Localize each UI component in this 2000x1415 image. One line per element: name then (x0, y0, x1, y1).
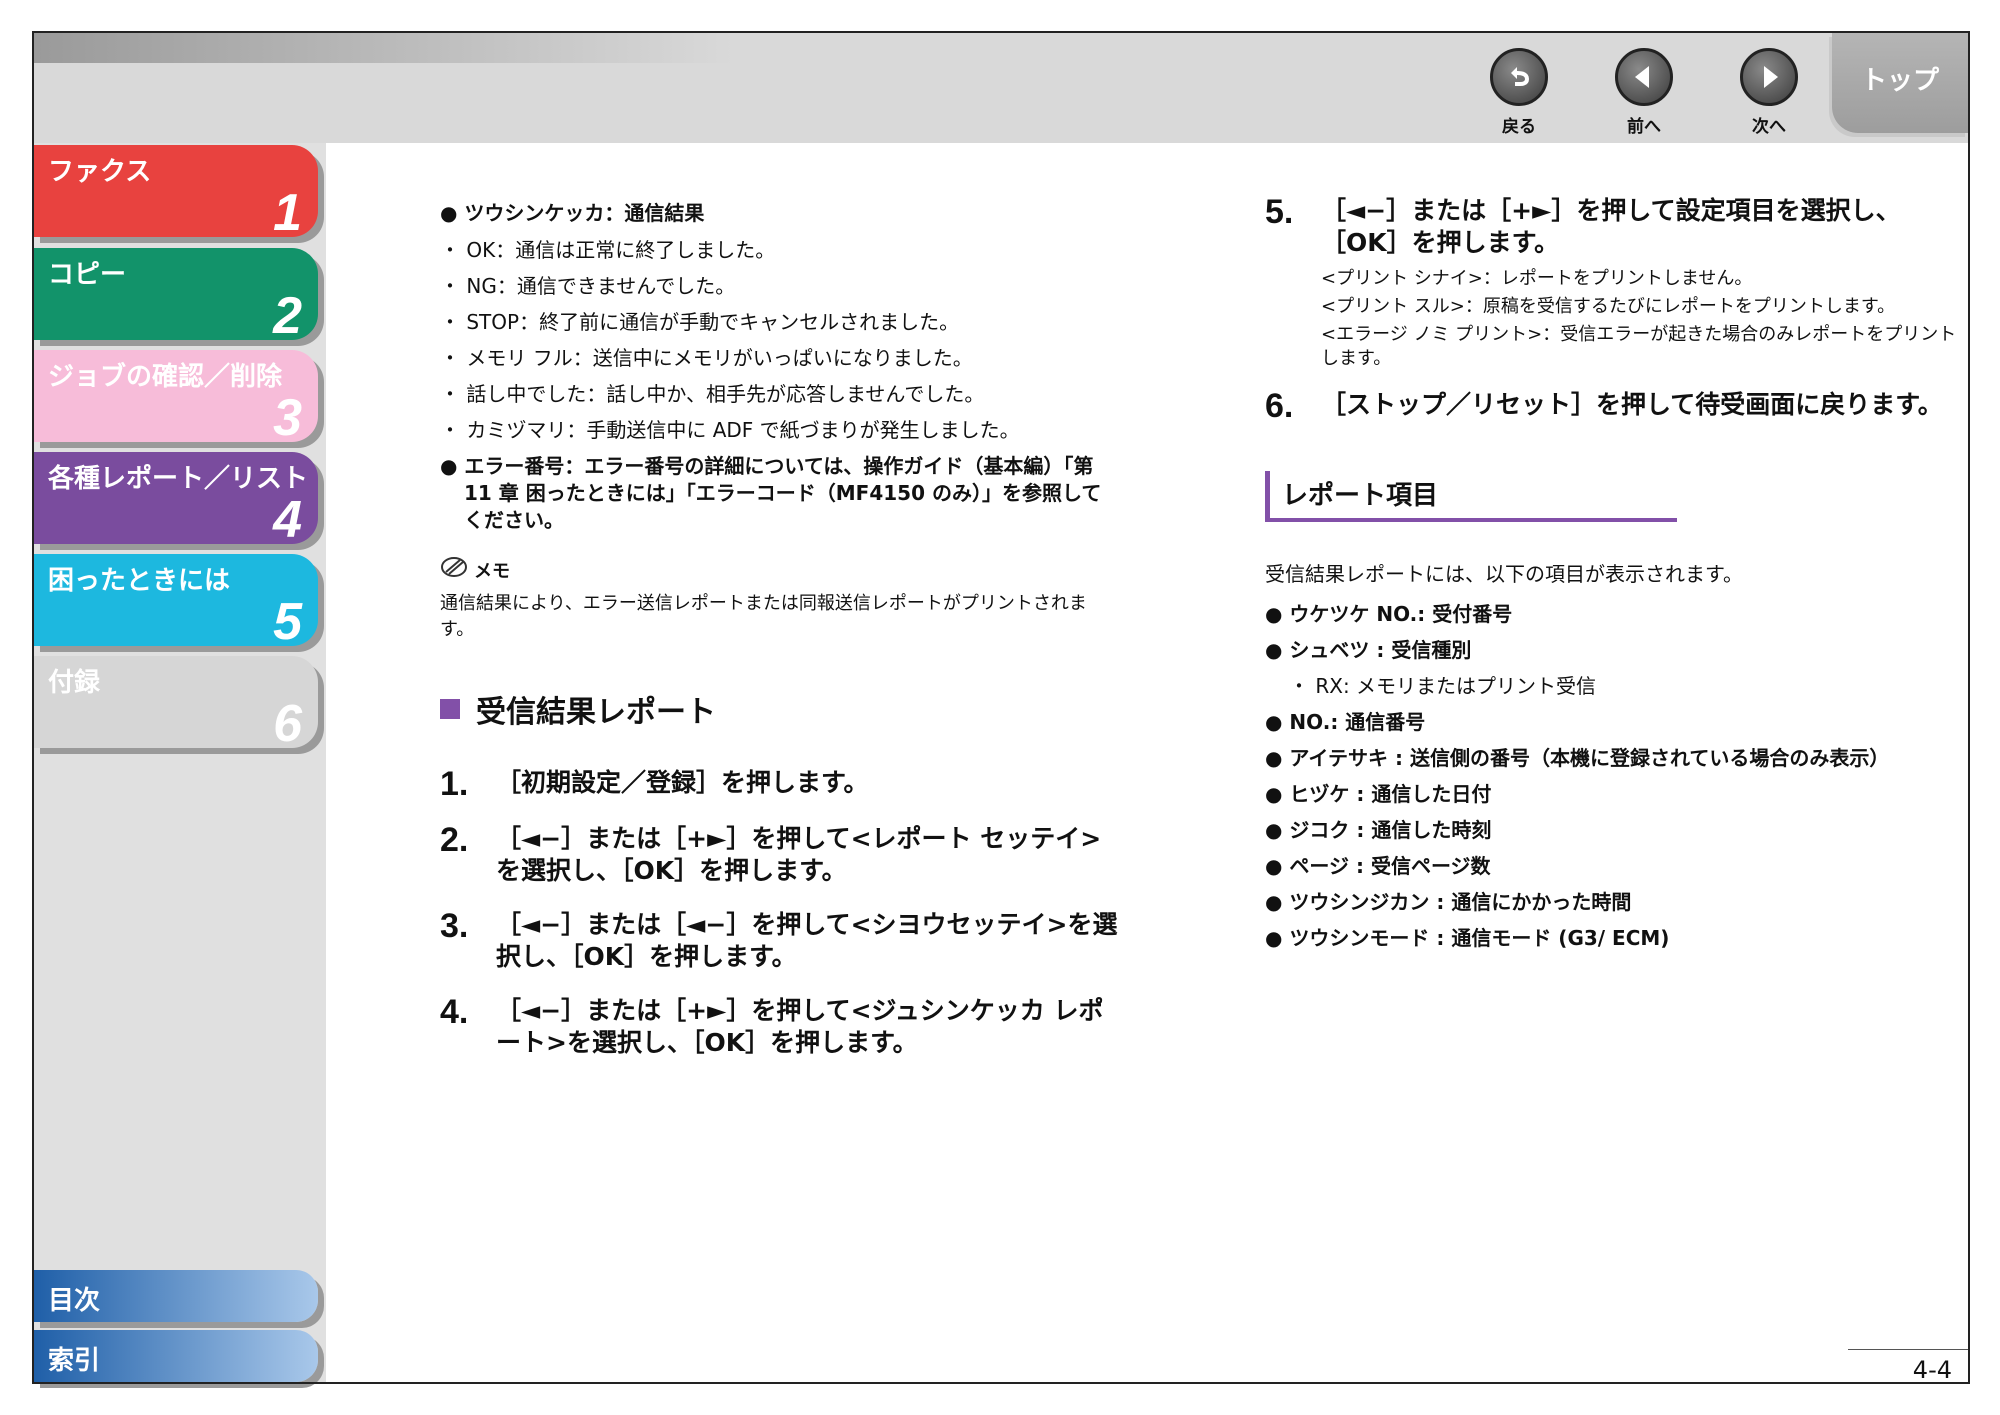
page-frame (32, 31, 1970, 1384)
